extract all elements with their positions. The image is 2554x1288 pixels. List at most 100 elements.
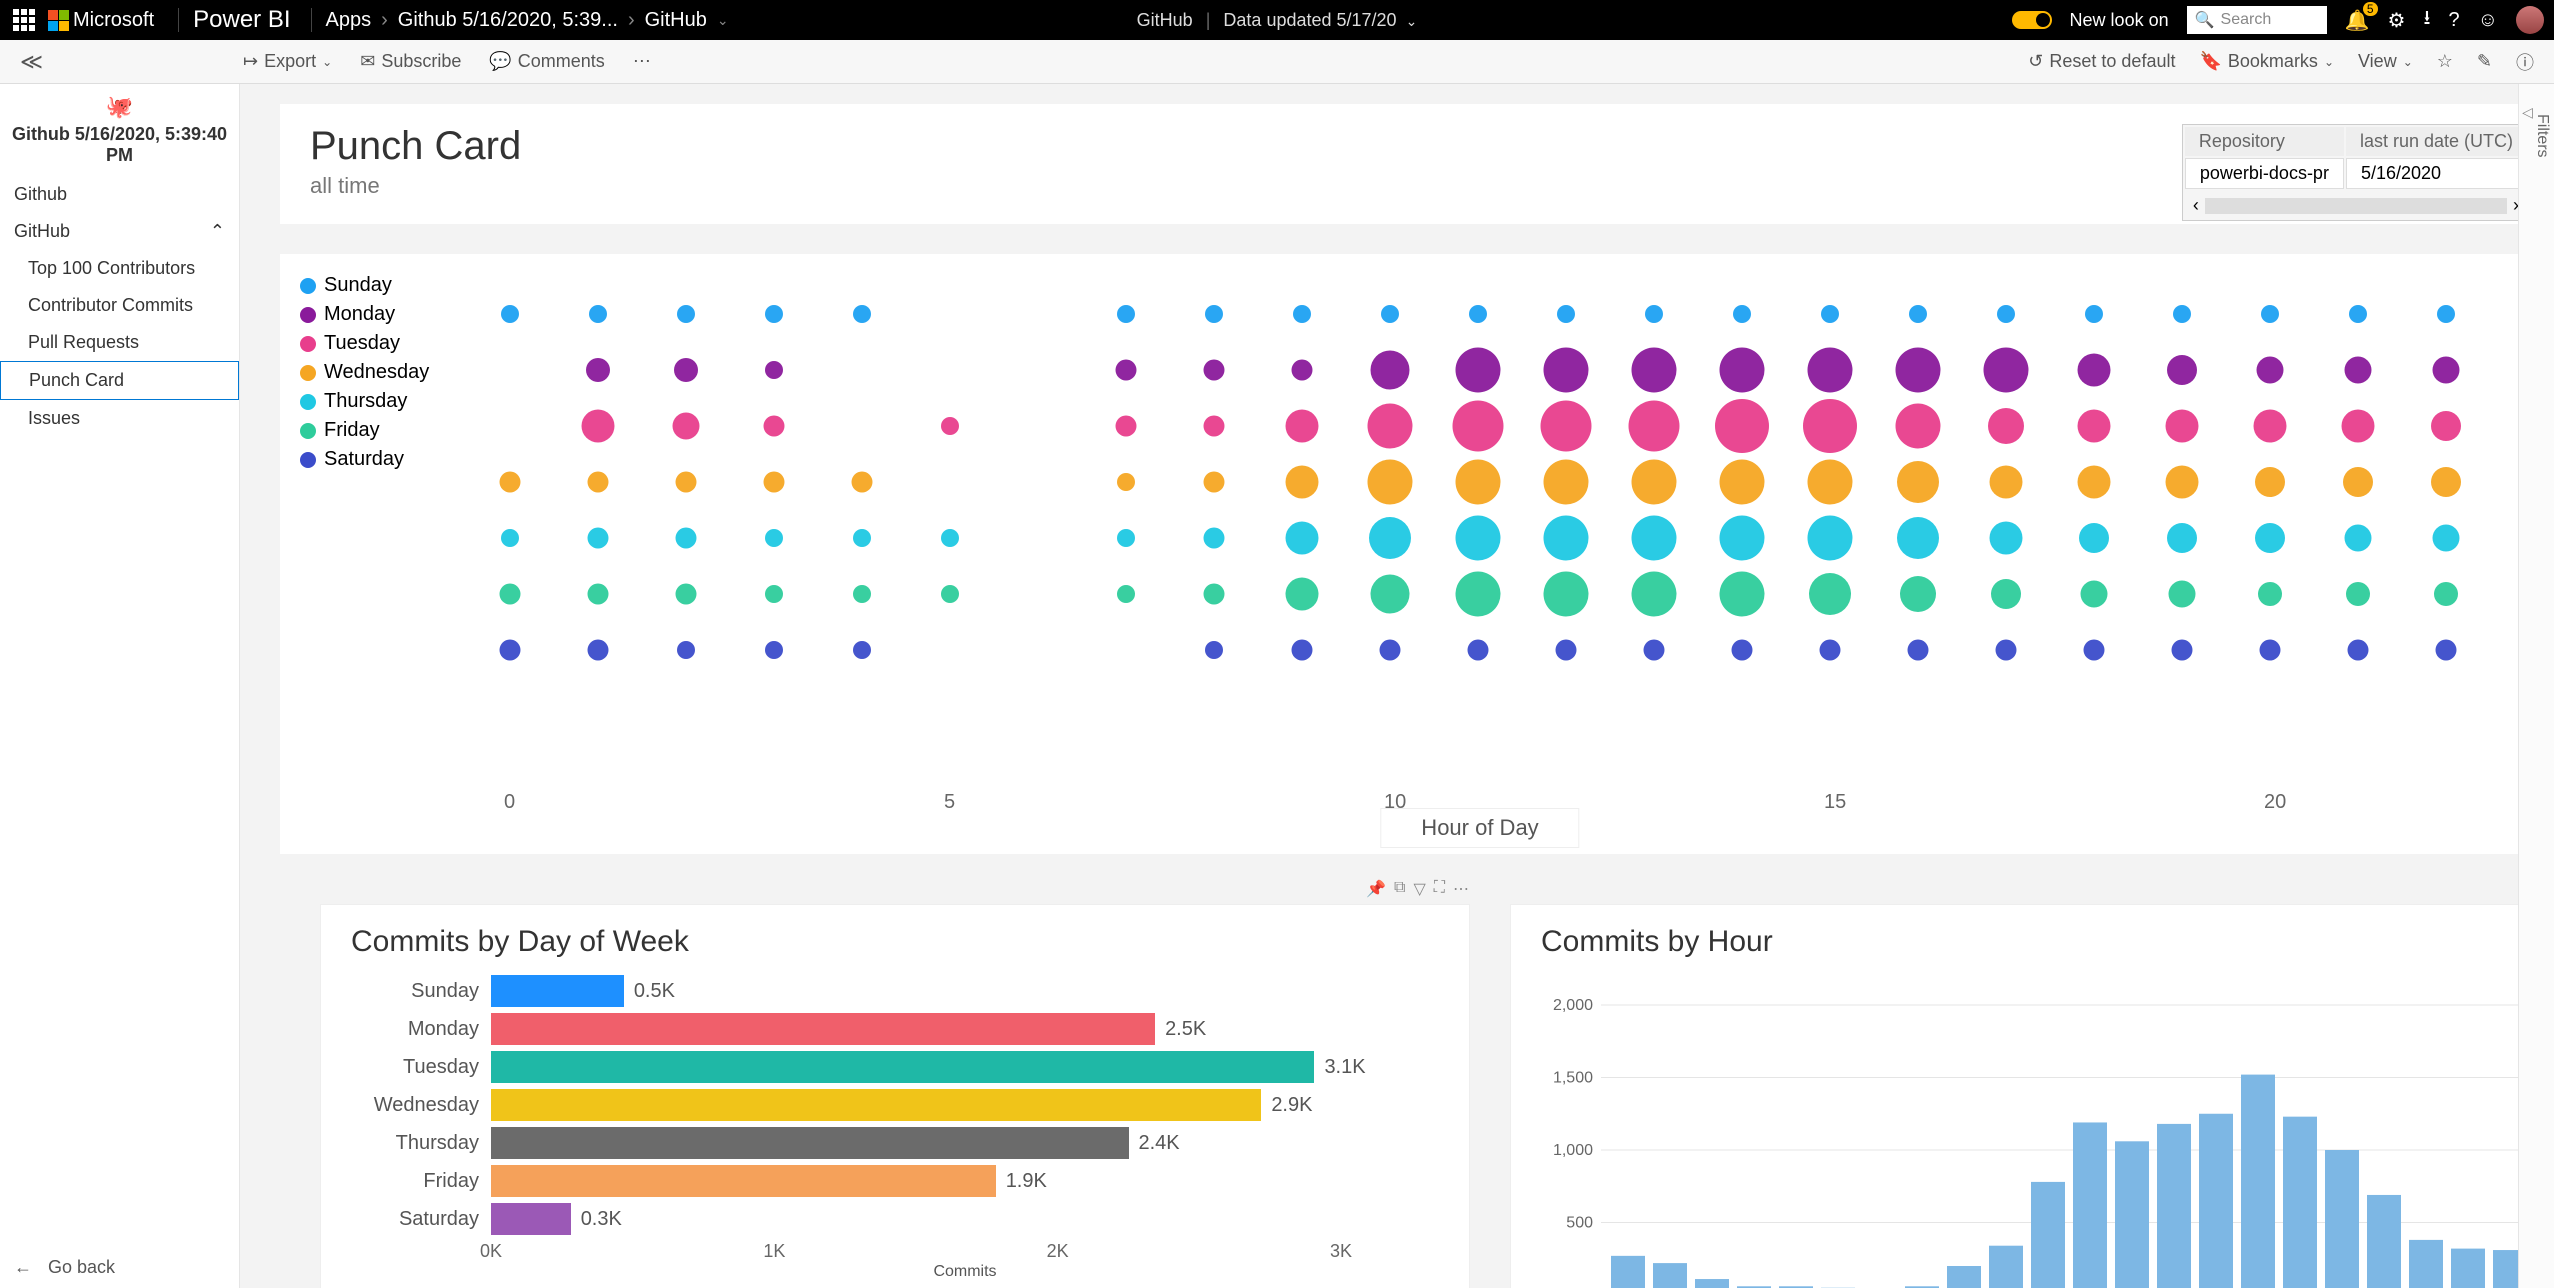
- punch-dot[interactable]: [676, 472, 697, 493]
- punch-dot[interactable]: [2172, 640, 2193, 661]
- punch-dot[interactable]: [2254, 410, 2287, 443]
- punch-dot[interactable]: [1544, 460, 1589, 505]
- punch-dot[interactable]: [1292, 360, 1313, 381]
- favorite-icon[interactable]: ☆: [2437, 51, 2453, 72]
- punch-dot[interactable]: [1117, 305, 1135, 323]
- punch-dot[interactable]: [2166, 410, 2199, 443]
- hour-bar[interactable]: [2073, 1122, 2107, 1288]
- punch-dot[interactable]: [1556, 640, 1577, 661]
- hour-bar[interactable]: [2325, 1150, 2359, 1288]
- user-avatar[interactable]: [2516, 6, 2544, 34]
- punch-dot[interactable]: [1896, 404, 1941, 449]
- punch-dot[interactable]: [764, 472, 785, 493]
- punch-dot[interactable]: [1820, 640, 1841, 661]
- punch-dot[interactable]: [2342, 410, 2375, 443]
- hour-bar[interactable]: [2199, 1114, 2233, 1288]
- punch-dot[interactable]: [1541, 401, 1592, 452]
- product-name[interactable]: Power BI: [193, 6, 290, 34]
- help-icon[interactable]: ?: [2448, 9, 2459, 32]
- punch-dot[interactable]: [853, 641, 871, 659]
- punch-dot[interactable]: [1557, 305, 1575, 323]
- export-button[interactable]: ↦Export⌄: [243, 51, 332, 72]
- punch-dot[interactable]: [1116, 416, 1137, 437]
- bookmarks-button[interactable]: 🔖Bookmarks⌄: [2199, 51, 2334, 72]
- pin-icon[interactable]: 📌: [1366, 879, 1386, 899]
- punch-dot[interactable]: [676, 584, 697, 605]
- punch-dot[interactable]: [1808, 348, 1853, 393]
- punch-dot[interactable]: [1380, 640, 1401, 661]
- punch-dot[interactable]: [1117, 585, 1135, 603]
- punch-dot[interactable]: [1908, 640, 1929, 661]
- punch-dot[interactable]: [1720, 516, 1765, 561]
- punch-dot[interactable]: [1629, 401, 1680, 452]
- collapse-nav-icon[interactable]: ≪: [20, 49, 43, 75]
- legend-item[interactable]: Monday: [300, 303, 429, 326]
- punch-dot[interactable]: [1996, 640, 2017, 661]
- punch-dot[interactable]: [674, 358, 698, 382]
- punch-dot[interactable]: [501, 529, 519, 547]
- punch-dot[interactable]: [2348, 640, 2369, 661]
- punch-dot[interactable]: [1821, 305, 1839, 323]
- crumb-workspace[interactable]: Github 5/16/2020, 5:39...: [398, 9, 618, 32]
- punch-dot[interactable]: [941, 585, 959, 603]
- focus-icon[interactable]: ⛶: [1434, 879, 1445, 899]
- punch-dot[interactable]: [1204, 528, 1225, 549]
- punch-dot[interactable]: [1453, 401, 1504, 452]
- hour-bar[interactable]: [2031, 1182, 2065, 1288]
- hour-bar[interactable]: [1695, 1279, 1729, 1288]
- punch-dot[interactable]: [1117, 529, 1135, 547]
- punch-dot[interactable]: [2255, 467, 2285, 497]
- punch-dot[interactable]: [1809, 573, 1851, 615]
- punch-dot[interactable]: [1456, 348, 1501, 393]
- commits-by-hour-visual[interactable]: Commits by Hour 05001,0001,5002,00001234…: [1510, 904, 2554, 1288]
- punch-dot[interactable]: [1368, 460, 1413, 505]
- punch-dot[interactable]: [2345, 525, 2372, 552]
- punch-dot[interactable]: [1292, 640, 1313, 661]
- punch-dot[interactable]: [1897, 461, 1939, 503]
- sidebar-item-punch-card[interactable]: Punch Card: [0, 361, 239, 400]
- search-input[interactable]: 🔍 Search: [2187, 6, 2327, 34]
- punch-dot[interactable]: [1204, 416, 1225, 437]
- punch-dot[interactable]: [2167, 523, 2197, 553]
- hour-bar[interactable]: [2157, 1124, 2191, 1288]
- punch-dot[interactable]: [765, 641, 783, 659]
- hour-bar[interactable]: [2367, 1195, 2401, 1288]
- punch-dot[interactable]: [1997, 305, 2015, 323]
- punch-dot[interactable]: [1632, 460, 1677, 505]
- punch-dot[interactable]: [1117, 473, 1135, 491]
- punch-dot[interactable]: [2078, 466, 2111, 499]
- punch-dot[interactable]: [2078, 410, 2111, 443]
- punch-dot[interactable]: [765, 529, 783, 547]
- punch-dot[interactable]: [1286, 410, 1319, 443]
- sidebar-item-contributor-commits[interactable]: Contributor Commits: [0, 287, 239, 324]
- hour-bar[interactable]: [2409, 1240, 2443, 1288]
- punch-dot[interactable]: [1720, 348, 1765, 393]
- feedback-icon[interactable]: ☺: [2478, 9, 2498, 32]
- punch-dot[interactable]: [1715, 399, 1769, 453]
- bar-row[interactable]: Monday2.5K: [351, 1013, 1439, 1045]
- more-icon[interactable]: ⋯: [1453, 879, 1469, 899]
- hour-bar[interactable]: [2115, 1141, 2149, 1288]
- punch-dot[interactable]: [1544, 348, 1589, 393]
- punch-dot[interactable]: [2167, 355, 2197, 385]
- hour-bar[interactable]: [1989, 1246, 2023, 1288]
- punch-dot[interactable]: [2433, 357, 2460, 384]
- hour-bar[interactable]: [1611, 1256, 1645, 1288]
- punch-dot[interactable]: [2173, 305, 2191, 323]
- punch-dot[interactable]: [1286, 578, 1319, 611]
- more-icon[interactable]: ⋯: [633, 51, 651, 72]
- scroll-track[interactable]: [2205, 198, 2507, 214]
- sidebar-group[interactable]: GitHub⌃: [0, 213, 239, 250]
- punch-dot[interactable]: [1632, 572, 1677, 617]
- punch-dot[interactable]: [1897, 517, 1939, 559]
- punch-dot[interactable]: [853, 529, 871, 547]
- hour-bar[interactable]: [2241, 1075, 2275, 1288]
- legend-item[interactable]: Friday: [300, 419, 429, 442]
- punch-dot[interactable]: [1984, 348, 2029, 393]
- punch-dot[interactable]: [1544, 516, 1589, 561]
- punch-dot[interactable]: [1469, 305, 1487, 323]
- punch-dot[interactable]: [1293, 305, 1311, 323]
- punch-dot[interactable]: [588, 584, 609, 605]
- prev-page-icon[interactable]: ‹: [2193, 195, 2199, 216]
- punch-dot[interactable]: [1205, 641, 1223, 659]
